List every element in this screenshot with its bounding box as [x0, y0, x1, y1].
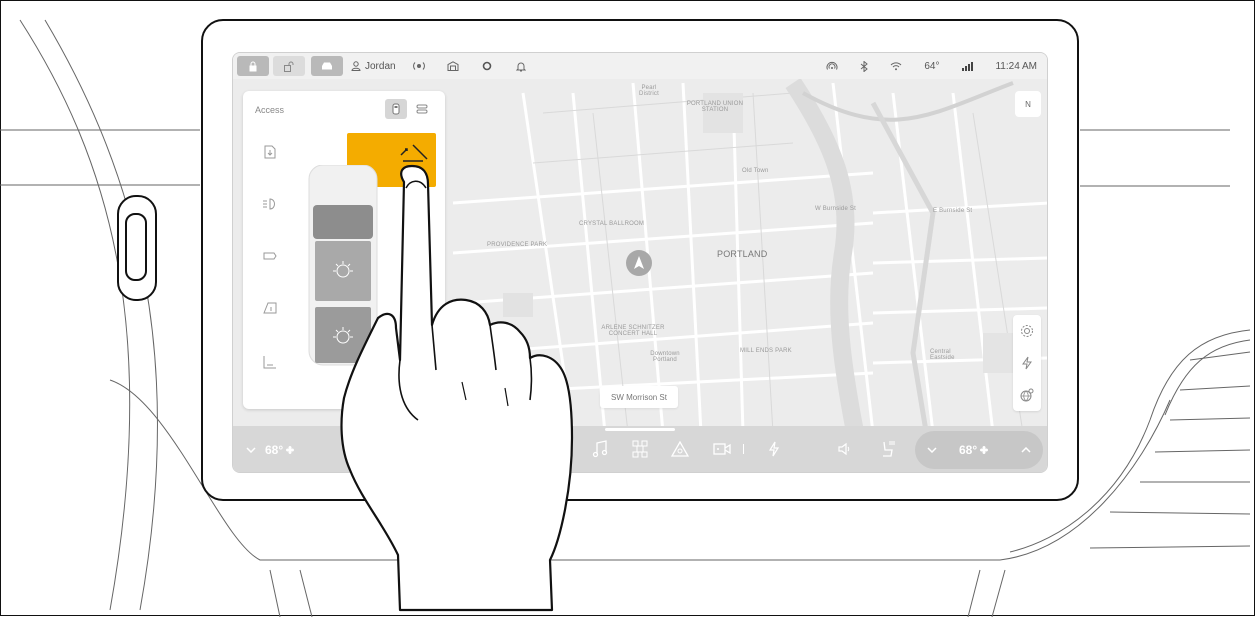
globe-pin-icon: [1020, 388, 1034, 402]
touchscreen[interactable]: PORTLAND PORTLAND UNION STATION Pearl Di…: [232, 52, 1048, 473]
mirror-icon: [263, 252, 277, 260]
wifi-button[interactable]: [879, 56, 913, 76]
map-label-crystal-ballroom: CRYSTAL BALLROOM: [579, 221, 645, 227]
map-label-central-eastside: Central Eastside: [930, 349, 955, 361]
access-panel: Access: [243, 91, 445, 409]
map-label-providence-park: PROVIDENCE PARK: [487, 242, 548, 248]
unlock-icon: [284, 61, 294, 72]
profile-button[interactable]: Jordan: [351, 61, 396, 72]
hotspot-icon: [826, 61, 838, 70]
energy-button[interactable]: [763, 437, 785, 461]
map-controls: [1013, 315, 1041, 411]
map-label-arlene-schnitzer: ARLENE SCHNITZER CONCERT HALL: [601, 325, 665, 337]
garage-icon: [447, 61, 459, 71]
access-view-toggle: [381, 99, 433, 119]
fan-icon: [980, 446, 989, 454]
passenger-climate-control: 68°: [915, 431, 1043, 469]
radar-icon: [412, 62, 425, 70]
lock-button[interactable]: [237, 56, 269, 76]
volume-icon: [838, 442, 850, 456]
notifications-button[interactable]: [504, 56, 538, 76]
chevron-down-icon: [246, 447, 256, 453]
bluetooth-icon: [861, 60, 869, 72]
map-label-union-station: PORTLAND UNION STATION: [686, 101, 744, 113]
driver-climate-control: 68°: [237, 431, 359, 469]
lte-signal-icon: [962, 62, 974, 71]
car-top-icon: [392, 103, 400, 115]
tailgate-icon: [400, 144, 428, 162]
seat-heat-icon: [883, 441, 895, 457]
driver-temp-down-button[interactable]: [237, 447, 265, 453]
unlock-button[interactable]: [273, 56, 305, 76]
map-label-old-town: Old Town: [742, 168, 769, 174]
headlight-icon: [263, 198, 275, 210]
screen-icon: [713, 443, 731, 455]
cellular-status: [950, 56, 984, 76]
map-label-e-burnside: E Burnside St: [933, 208, 973, 214]
navigation-position-icon: [626, 250, 652, 276]
vehicle-view-button[interactable]: [385, 99, 407, 119]
ramp-button[interactable]: [261, 353, 279, 371]
camera-grid-button[interactable]: [629, 437, 651, 461]
status-bar: Jordan 64° 11:24 AM: [233, 53, 1047, 79]
clock: 11:24 AM: [995, 60, 1037, 72]
windows-button[interactable]: [261, 299, 279, 317]
bell-icon: [515, 62, 526, 71]
charge-icon: [1022, 356, 1032, 370]
toggle-icon: [416, 104, 428, 114]
truck-top-view: [308, 165, 378, 366]
passenger-temp-up-button[interactable]: [1009, 447, 1043, 453]
map-settings-button[interactable]: [1013, 315, 1041, 347]
media-button[interactable]: [589, 437, 611, 461]
map-label-mill-ends-park: MILL ENDS PARK: [740, 348, 792, 354]
frunk-button[interactable]: [261, 143, 279, 161]
wifi-icon: [891, 62, 902, 71]
music-icon: [592, 440, 608, 458]
gear-icon: [1021, 325, 1033, 337]
bluetooth-button[interactable]: [849, 56, 879, 76]
chevron-up-icon: [1021, 447, 1031, 453]
driver-icon: [671, 441, 689, 457]
vehicle-button[interactable]: [311, 56, 343, 76]
passenger-temperature[interactable]: 68°: [959, 443, 977, 457]
map-label-downtown: Downtown Portland: [650, 351, 680, 363]
driver-assist-button[interactable]: [669, 437, 691, 461]
passenger-temp-down-button[interactable]: [915, 447, 949, 453]
dock-divider: [739, 437, 747, 461]
camera-grid-icon: [632, 440, 648, 458]
seat-heat-button[interactable]: [877, 437, 899, 461]
mirrors-button[interactable]: [261, 247, 279, 265]
access-panel-title: Access: [255, 105, 285, 115]
frunk-icon: [264, 145, 276, 159]
driver-temperature[interactable]: 68°: [265, 443, 283, 457]
window-icon: [263, 302, 277, 314]
compass-button[interactable]: N: [1015, 91, 1041, 117]
map-layers-button[interactable]: [1013, 379, 1041, 411]
street-name-chip[interactable]: SW Morrison St: [600, 386, 678, 408]
profile-name: Jordan: [365, 60, 396, 72]
garage-button[interactable]: [436, 56, 470, 76]
screen-button[interactable]: [711, 437, 733, 461]
map-label-pearl: Pearl District: [639, 85, 659, 97]
charge-icon: [768, 441, 780, 457]
dock-handle[interactable]: [605, 428, 675, 431]
lights-button[interactable]: [261, 195, 279, 213]
hotspot-button[interactable]: [815, 56, 849, 76]
circle-icon: [482, 61, 491, 71]
outside-temperature: 64°: [924, 60, 940, 72]
sentry-button[interactable]: [402, 56, 436, 76]
fan-icon: [286, 446, 295, 454]
chargers-button[interactable]: [1013, 347, 1041, 379]
lock-icon: [249, 61, 257, 71]
chevron-down-icon: [927, 447, 937, 453]
map-label-portland: PORTLAND: [717, 249, 768, 259]
map-label-burnside: W Burnside St: [815, 206, 856, 212]
car-icon: [322, 62, 332, 70]
list-view-button[interactable]: [411, 99, 433, 119]
ramp-icon: [263, 356, 276, 369]
user-icon: [351, 61, 361, 71]
assistant-button[interactable]: [470, 56, 504, 76]
volume-button[interactable]: [833, 437, 855, 461]
